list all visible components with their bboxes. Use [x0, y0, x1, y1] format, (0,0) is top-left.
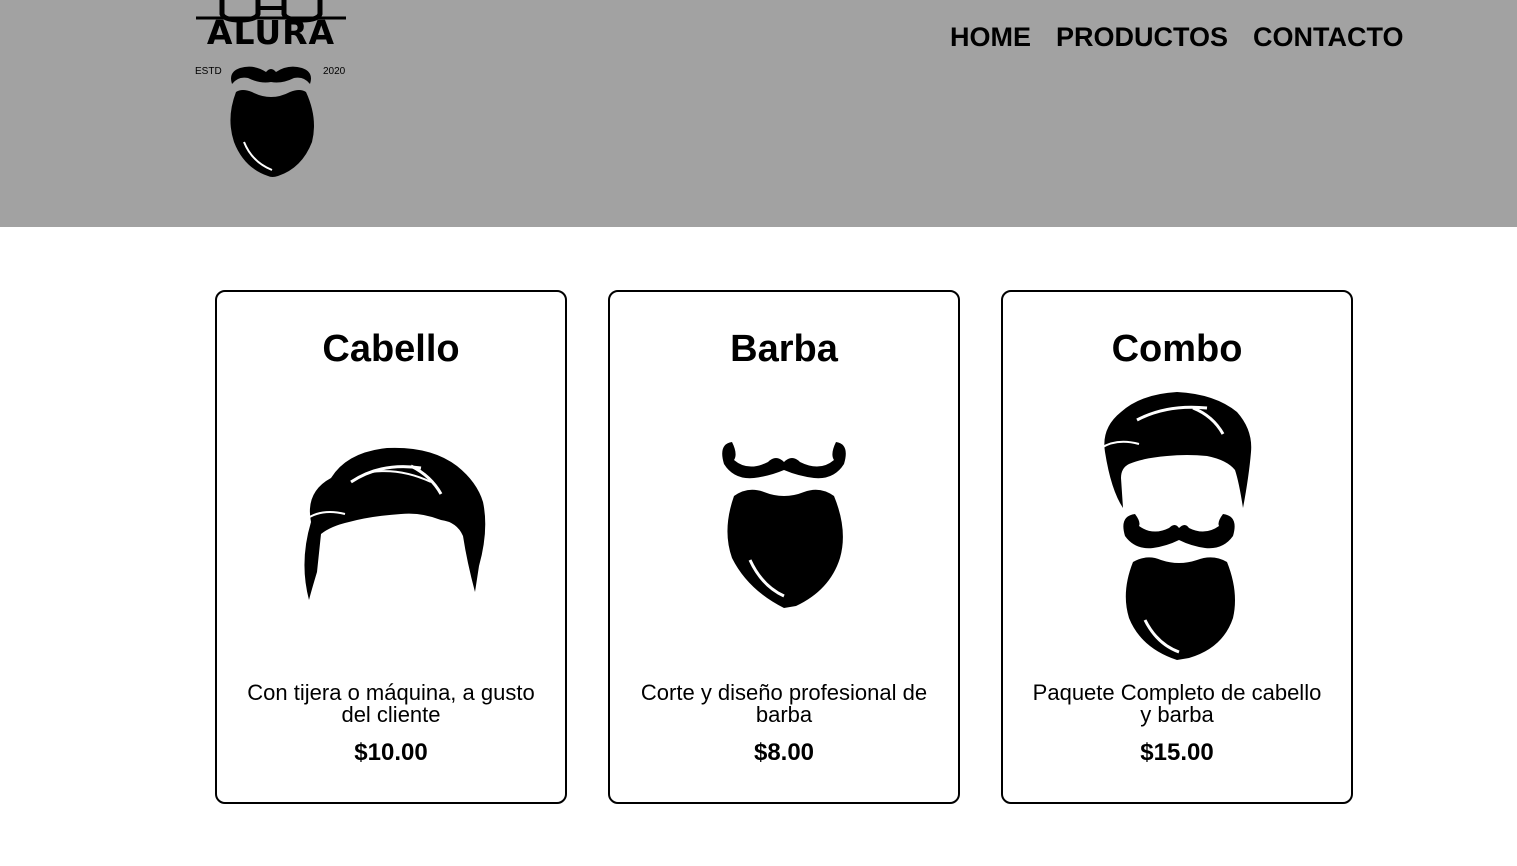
product-price: $8.00 — [753, 739, 815, 766]
product-card-cabello: Cabello Con tijera o máquina, a gusto de… — [215, 290, 567, 804]
logo-est: ESTD — [195, 66, 222, 77]
nav-home-link[interactable]: HOME — [950, 21, 1031, 53]
product-description: Con tijera o máquina, a gusto del client… — [247, 680, 535, 727]
product-list: Cabello Con tijera o máquina, a gusto de… — [215, 290, 1353, 804]
logo-wordmark: ALURA — [206, 13, 336, 52]
product-card-barba: Barba Corte y diseño profesional de barb… — [608, 290, 960, 804]
logo-year: 2020 — [323, 66, 346, 77]
main-nav: HOME PRODUCTOS CONTACTO — [950, 21, 1404, 53]
alura-logo[interactable]: ALURA ESTD 2020 — [192, 0, 350, 182]
product-card-combo: Combo Paquete Completo de cabello y barb… — [1001, 290, 1353, 804]
site-header: ALURA ESTD 2020 HOME PRODUCTOS CONTACTO — [0, 0, 1517, 227]
beard-icon — [610, 440, 958, 610]
product-title: Barba — [730, 328, 838, 370]
product-title: Cabello — [322, 328, 460, 370]
nav-productos-link[interactable]: PRODUCTOS — [1056, 21, 1228, 53]
hair-icon — [217, 442, 565, 602]
product-price: $15.00 — [1140, 739, 1214, 766]
hair-and-beard-icon — [1003, 390, 1351, 660]
product-description: Corte y diseño profesional de barba — [640, 680, 928, 727]
product-title: Combo — [1111, 328, 1243, 370]
nav-contacto-link[interactable]: CONTACTO — [1253, 21, 1404, 53]
product-description: Paquete Completo de cabello y barba — [1032, 680, 1322, 727]
product-price: $10.00 — [354, 739, 428, 766]
